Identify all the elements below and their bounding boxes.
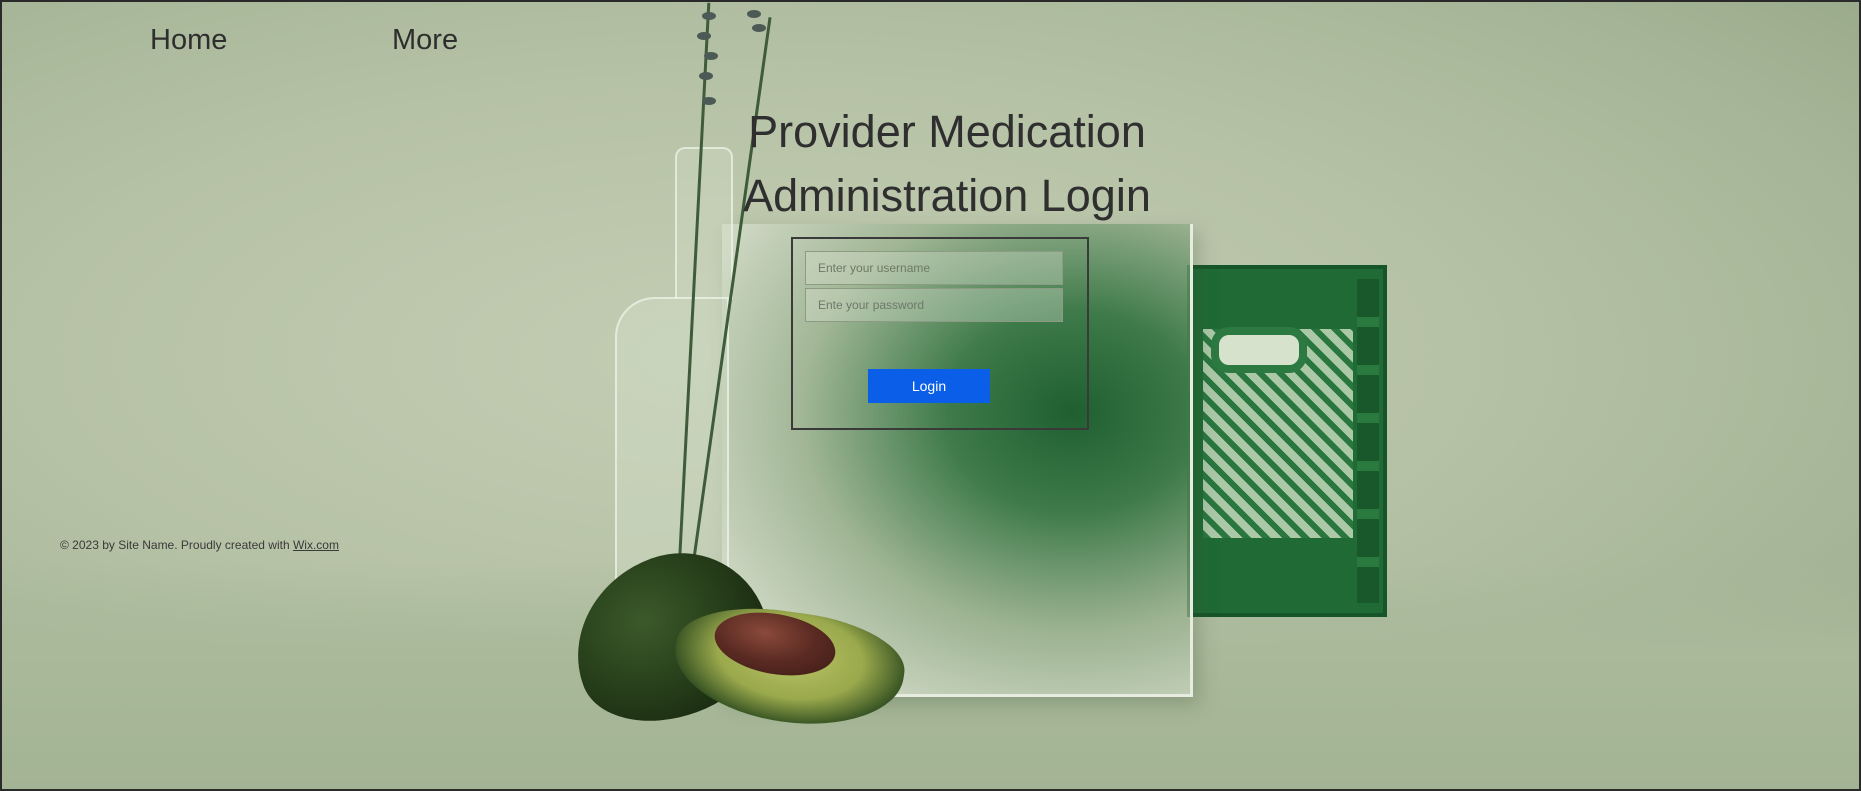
lavender-bud <box>699 72 713 80</box>
nav-more-link[interactable]: More <box>392 24 458 57</box>
lavender-bud <box>704 52 718 60</box>
green-crate-image <box>1187 265 1387 617</box>
username-input[interactable] <box>805 251 1063 285</box>
page-title-line-2: Administration Login <box>743 170 1151 221</box>
footer-copyright: © 2023 by Site Name. Proudly created wit… <box>60 538 293 552</box>
nav-home-link[interactable]: Home <box>150 24 227 57</box>
lavender-bud <box>747 10 761 18</box>
crate-handle <box>1211 327 1307 373</box>
login-button[interactable]: Login <box>868 369 990 403</box>
footer: © 2023 by Site Name. Proudly created wit… <box>60 538 339 552</box>
login-form: Login <box>791 237 1089 430</box>
page-title: Provider Medication Administration Login <box>702 100 1192 228</box>
password-input[interactable] <box>805 288 1063 322</box>
top-nav: Home More <box>2 24 602 64</box>
page-title-line-1: Provider Medication <box>748 106 1146 157</box>
footer-wix-link[interactable]: Wix.com <box>293 538 339 552</box>
lavender-bud <box>697 32 711 40</box>
lavender-bud <box>752 24 766 32</box>
crate-bars <box>1357 279 1379 603</box>
lavender-bud <box>702 12 716 20</box>
